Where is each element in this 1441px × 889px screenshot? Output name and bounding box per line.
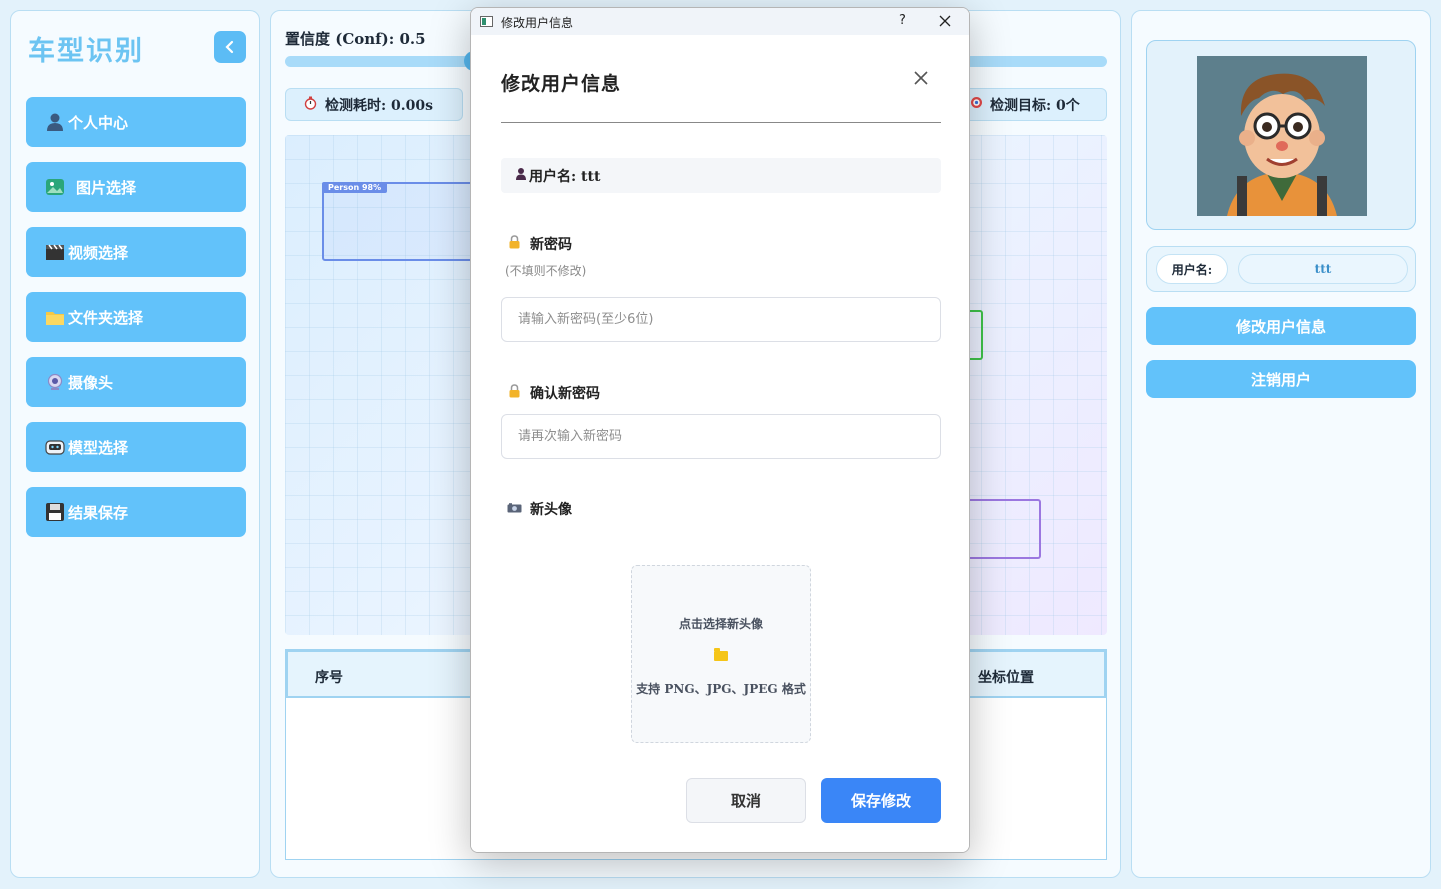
dialog-close-button[interactable] [913, 67, 929, 92]
dialog-body: 修改用户信息 用户名: ttt 新密码 (不填则不修改) 确认新密码 新头像 点… [471, 35, 969, 852]
camera-icon [505, 502, 523, 517]
webcam-icon [44, 371, 66, 393]
column-header-position: 坐标位置 [978, 670, 1034, 686]
user-panel: 用户名: ttt 修改用户信息 注销用户 [1131, 10, 1431, 878]
nav-label: 模型选择 [68, 438, 129, 457]
nav-camera[interactable]: 摄像头 [26, 357, 246, 407]
new-password-input[interactable] [501, 297, 941, 342]
current-username: 用户名: ttt [501, 158, 941, 193]
avatar-card [1146, 40, 1416, 230]
dialog-heading: 修改用户信息 [501, 73, 622, 95]
nav-model-select[interactable]: 模型选择 [26, 422, 246, 472]
nav-label: 个人中心 [68, 113, 129, 132]
nav-personal-center[interactable]: 个人中心 [26, 97, 246, 147]
current-username-text: 用户名: ttt [529, 168, 601, 185]
logout-button[interactable]: 注销用户 [1146, 360, 1416, 398]
nav-label: 视频选择 [68, 243, 129, 262]
avatar[interactable] [1197, 56, 1367, 216]
upload-title: 点击选择新头像 [678, 617, 763, 631]
confidence-label: 置信度 (Conf): 0.5 [285, 30, 426, 48]
confirm-password-input[interactable] [501, 414, 941, 459]
floppy-disk-icon [44, 501, 66, 523]
new-password-hint: (不填则不修改) [505, 264, 587, 278]
new-avatar-label: 新头像 [505, 499, 572, 519]
detection-time-box: 检测耗时: 0.00s [285, 88, 463, 121]
help-button[interactable]: ? [899, 13, 906, 28]
lock-icon [505, 384, 523, 402]
window-icon [480, 16, 493, 27]
detection-target-text: 检测目标: 0个 [990, 97, 1080, 114]
nav-label: 摄像头 [68, 373, 114, 392]
nav-label: 文件夹选择 [68, 308, 144, 327]
sidebar: 车型识别 个人中心 图片选择 视频选择 文件夹选择 摄像头 模型选择 结果保存 [10, 10, 260, 878]
edit-user-dialog: 修改用户信息 ? 修改用户信息 用户名: ttt 新密码 (不填则不修改) 确认… [470, 7, 970, 853]
bounding-box-label: Person 98% [322, 182, 388, 193]
new-password-label: 新密码 [505, 234, 572, 254]
cancel-button[interactable]: 取消 [686, 778, 806, 823]
nav-image-select[interactable]: 图片选择 [26, 162, 246, 212]
nav-folder-select[interactable]: 文件夹选择 [26, 292, 246, 342]
avatar-upload-area[interactable]: 点击选择新头像 支持 PNG、JPG、JPEG 格式 [631, 565, 811, 743]
edit-user-button[interactable]: 修改用户信息 [1146, 307, 1416, 345]
clapperboard-icon [44, 241, 66, 263]
window-title: 修改用户信息 [501, 16, 574, 30]
detection-target-box: 检测目标: 0个 [961, 88, 1107, 121]
chevron-left-icon [225, 40, 234, 54]
column-header-index: 序号 [315, 670, 343, 686]
lock-icon [505, 235, 523, 253]
username-label: 用户名: [1156, 254, 1228, 284]
nav-label: 结果保存 [68, 503, 129, 522]
nav-video-select[interactable]: 视频选择 [26, 227, 246, 277]
app-title: 车型识别 [28, 36, 144, 67]
dialog-titlebar[interactable]: 修改用户信息 ? [471, 8, 969, 35]
window-close-button[interactable] [939, 10, 951, 32]
collapse-sidebar-button[interactable] [214, 31, 246, 63]
close-icon [939, 15, 951, 27]
confirm-password-label: 确认新密码 [505, 383, 600, 403]
folder-icon [714, 648, 728, 661]
image-icon [44, 176, 66, 198]
user-icon [44, 111, 66, 133]
username-value: ttt [1238, 254, 1408, 284]
detection-time-text: 检测耗时: 0.00s [325, 97, 434, 114]
dialog-divider [501, 122, 941, 123]
nav-save-results[interactable]: 结果保存 [26, 487, 246, 537]
save-button[interactable]: 保存修改 [821, 778, 941, 823]
user-icon [515, 167, 527, 184]
target-icon [970, 96, 983, 113]
close-icon [914, 71, 928, 85]
robot-icon [44, 436, 66, 458]
nav-label: 图片选择 [76, 178, 137, 197]
folder-icon [44, 306, 66, 328]
username-row: 用户名: ttt [1146, 246, 1416, 292]
stopwatch-icon [304, 96, 317, 114]
upload-formats: 支持 PNG、JPG、JPEG 格式 [636, 682, 806, 696]
